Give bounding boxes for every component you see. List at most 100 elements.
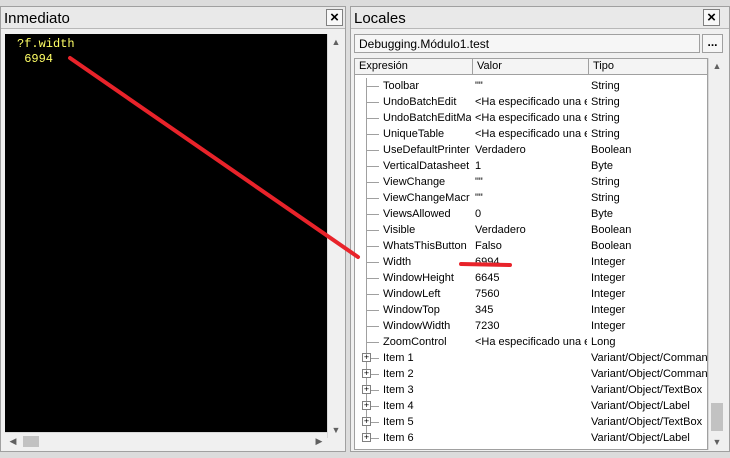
expresion-cell: UndoBatchEditMa bbox=[383, 112, 471, 124]
expresion-cell: Width bbox=[383, 256, 412, 268]
valor-cell: <Ha especificado una e bbox=[475, 128, 587, 140]
locals-row[interactable]: WindowWidth 7230 Integer bbox=[355, 318, 707, 334]
locals-row[interactable]: Width 6994 Integer bbox=[355, 254, 707, 270]
locals-row[interactable]: + Item 3 Variant/Object/TextBox bbox=[355, 382, 707, 398]
immediate-text-area[interactable]: ?f.width 6994 bbox=[5, 34, 327, 438]
tipo-cell: Boolean bbox=[591, 224, 632, 236]
locals-row[interactable]: ViewChangeMacr "" String bbox=[355, 190, 707, 206]
expresion-cell: Toolbar bbox=[383, 80, 420, 92]
expresion-cell: ViewChangeMacr bbox=[383, 192, 470, 204]
locals-title: Locales bbox=[354, 10, 406, 27]
tipo-cell: Variant/Object/Command bbox=[591, 352, 707, 364]
vertical-scroll-thumb[interactable] bbox=[711, 403, 723, 431]
expand-plus-icon[interactable]: + bbox=[362, 417, 371, 426]
tree-line bbox=[367, 294, 379, 295]
locals-row[interactable]: WindowTop 345 Integer bbox=[355, 302, 707, 318]
immediate-window: Inmediato × ?f.width 6994 ▲ ▼ ◀ ▶ bbox=[0, 6, 346, 452]
locals-row[interactable]: Visible Verdadero Boolean bbox=[355, 222, 707, 238]
header-expresion[interactable]: Expresión bbox=[355, 59, 473, 74]
valor-cell: "" bbox=[475, 192, 483, 204]
expand-plus-icon[interactable]: + bbox=[362, 353, 371, 362]
tree-line bbox=[367, 134, 379, 135]
locals-grid: Expresión Valor Tipo Toolbar "" String Undo… bbox=[354, 58, 708, 450]
immediate-line: ?f.width bbox=[17, 37, 75, 51]
locals-row[interactable]: UseDefaultPrinter Verdadero Boolean bbox=[355, 142, 707, 158]
expresion-cell: Visible bbox=[383, 224, 416, 236]
immediate-line: 6994 bbox=[17, 52, 54, 66]
valor-cell: 345 bbox=[475, 304, 494, 316]
expresion-cell: ZoomControl bbox=[383, 336, 447, 348]
immediate-horizontal-scrollbar[interactable]: ◀ ▶ bbox=[5, 432, 327, 449]
tipo-cell: Integer bbox=[591, 320, 626, 332]
expresion-cell: WindowHeight bbox=[383, 272, 454, 284]
locals-row[interactable]: UndoBatchEdit <Ha especificado una e Strin… bbox=[355, 94, 707, 110]
scroll-up-icon[interactable]: ▲ bbox=[328, 34, 344, 50]
expand-plus-icon[interactable]: + bbox=[362, 401, 371, 410]
tree-line bbox=[367, 246, 379, 247]
tipo-cell: String bbox=[591, 128, 620, 140]
tipo-cell: Variant/Object/Label bbox=[591, 400, 690, 412]
tree-line bbox=[367, 86, 379, 87]
expresion-cell: WhatsThisButton bbox=[383, 240, 467, 252]
locals-row[interactable]: ViewChange "" String bbox=[355, 174, 707, 190]
locals-row[interactable]: + Item 1 Variant/Object/Command bbox=[355, 350, 707, 366]
tipo-cell: Variant/Object/TextBox bbox=[591, 416, 703, 428]
tree-line bbox=[371, 438, 379, 439]
expresion-cell: Item 2 bbox=[383, 368, 414, 380]
call-stack-button[interactable]: ... bbox=[702, 34, 723, 53]
locals-row[interactable]: Toolbar "" String bbox=[355, 78, 707, 94]
locals-row[interactable]: + Item 4 Variant/Object/Label bbox=[355, 398, 707, 414]
scroll-up-icon[interactable]: ▲ bbox=[709, 58, 725, 74]
header-tipo[interactable]: Tipo bbox=[589, 59, 707, 74]
expand-plus-icon[interactable]: + bbox=[362, 369, 371, 378]
scroll-right-icon[interactable]: ▶ bbox=[311, 433, 327, 449]
expand-plus-icon[interactable]: + bbox=[362, 433, 371, 442]
locals-row[interactable]: UndoBatchEditMa <Ha especificado una e Str… bbox=[355, 110, 707, 126]
tree-line bbox=[367, 230, 379, 231]
valor-cell: <Ha especificado una e bbox=[475, 336, 587, 348]
locals-context-field: Debugging.Módulo1.test bbox=[354, 34, 700, 53]
valor-cell: <Ha especificado una e bbox=[475, 96, 587, 108]
tipo-cell: Integer bbox=[591, 304, 626, 316]
locals-row[interactable]: UniqueTable <Ha especificado una e String bbox=[355, 126, 707, 142]
locals-row[interactable]: + Item 6 Variant/Object/Label bbox=[355, 430, 707, 446]
locals-row[interactable]: + Item 2 Variant/Object/Command bbox=[355, 366, 707, 382]
expand-plus-icon[interactable]: + bbox=[362, 385, 371, 394]
immediate-title: Inmediato bbox=[4, 10, 70, 27]
expresion-cell: ViewsAllowed bbox=[383, 208, 451, 220]
locals-row[interactable]: + Item 5 Variant/Object/TextBox bbox=[355, 414, 707, 430]
header-valor[interactable]: Valor bbox=[473, 59, 589, 74]
tipo-cell: Boolean bbox=[591, 240, 632, 252]
tree-line bbox=[371, 422, 379, 423]
horizontal-scroll-thumb[interactable] bbox=[23, 436, 39, 447]
tree-line bbox=[367, 310, 379, 311]
close-icon[interactable]: × bbox=[326, 9, 343, 26]
locals-row[interactable]: ViewsAllowed 0 Byte bbox=[355, 206, 707, 222]
valor-cell: 1 bbox=[475, 160, 482, 172]
expresion-cell: Item 1 bbox=[383, 352, 414, 364]
scroll-down-icon[interactable]: ▼ bbox=[709, 434, 725, 450]
tree-line bbox=[367, 150, 379, 151]
locals-row[interactable]: WindowLeft 7560 Integer bbox=[355, 286, 707, 302]
tipo-cell: String bbox=[591, 176, 620, 188]
valor-cell: Verdadero bbox=[475, 144, 526, 156]
close-icon[interactable]: × bbox=[703, 9, 720, 26]
expresion-cell: WindowTop bbox=[383, 304, 440, 316]
scroll-down-icon[interactable]: ▼ bbox=[328, 422, 344, 438]
valor-cell: 7230 bbox=[475, 320, 500, 332]
tree-line bbox=[367, 342, 379, 343]
scroll-left-icon[interactable]: ◀ bbox=[5, 433, 21, 449]
locals-row[interactable]: WhatsThisButton Falso Boolean bbox=[355, 238, 707, 254]
expresion-cell: UniqueTable bbox=[383, 128, 445, 140]
valor-cell: Verdadero bbox=[475, 224, 526, 236]
tipo-cell: Long bbox=[591, 336, 616, 348]
locals-row[interactable]: VerticalDatasheet 1 Byte bbox=[355, 158, 707, 174]
valor-cell: 6645 bbox=[475, 272, 500, 284]
locals-row[interactable]: WindowHeight 6645 Integer bbox=[355, 270, 707, 286]
valor-cell: "" bbox=[475, 176, 483, 188]
locals-row[interactable]: ZoomControl <Ha especificado una e Long bbox=[355, 334, 707, 350]
immediate-vertical-scrollbar[interactable]: ▲ ▼ bbox=[327, 34, 344, 438]
tipo-cell: Integer bbox=[591, 256, 626, 268]
tipo-cell: Variant/Object/Command bbox=[591, 368, 707, 380]
locals-vertical-scrollbar[interactable]: ▲ ▼ bbox=[708, 58, 725, 450]
